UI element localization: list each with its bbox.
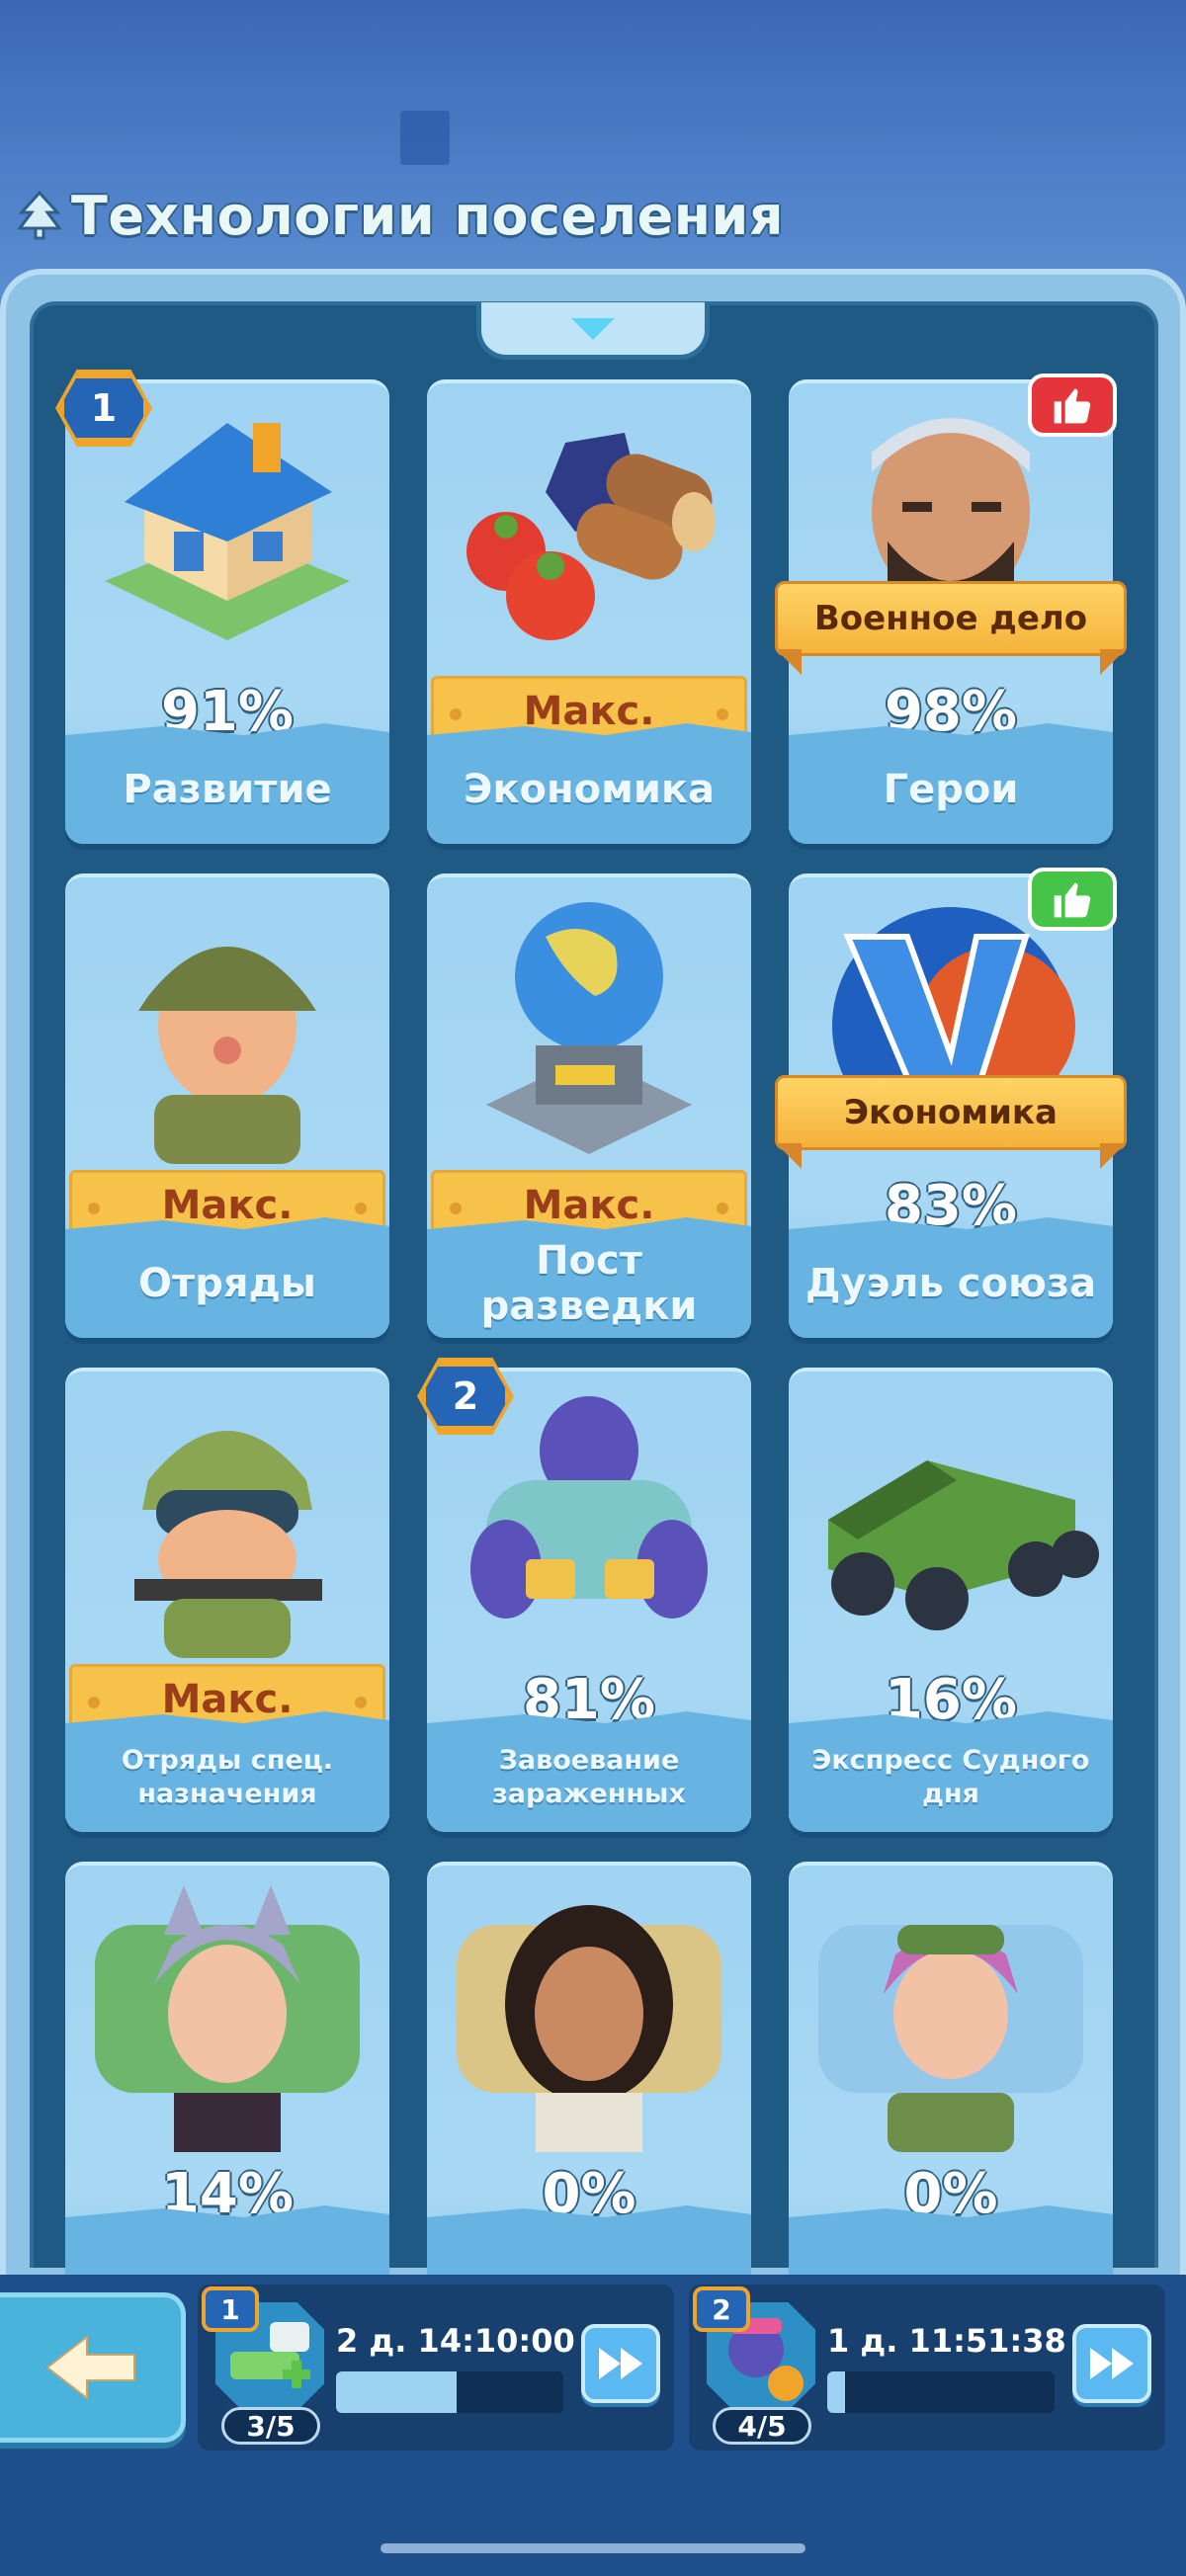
queue-slot-count: 4/5 bbox=[713, 2407, 811, 2445]
thumbs-up-icon bbox=[1054, 882, 1091, 918]
specialization-ribbon: Экономика bbox=[775, 1075, 1127, 1150]
resources-illustration bbox=[466, 433, 716, 640]
tech-card-troops[interactable]: Макс. Отряды bbox=[65, 873, 389, 1338]
panel-collapse-toggle[interactable] bbox=[476, 302, 710, 360]
globe-illustration bbox=[486, 902, 692, 1154]
research-queue-1[interactable]: 1 3/5 2 д. 14:10:00 bbox=[198, 2285, 674, 2451]
truck-illustration bbox=[828, 1460, 1099, 1630]
hero-portrait bbox=[457, 1905, 721, 2152]
card-label: Экспресс Судного дня bbox=[811, 1745, 1090, 1809]
queue-timer: 2 д. 14:10:00 bbox=[336, 2322, 575, 2360]
card-footer: Экономика bbox=[427, 735, 751, 844]
back-button[interactable] bbox=[0, 2292, 186, 2443]
queue-progress-bar bbox=[827, 2371, 1055, 2413]
tech-card-special-forces[interactable]: Макс. Отряды спец. назначения bbox=[65, 1368, 389, 1832]
ribbon-label: Военное дело bbox=[813, 599, 1088, 638]
card-label: Развитие bbox=[123, 767, 332, 812]
speed-up-button[interactable] bbox=[1072, 2324, 1151, 2403]
queue-progress-bar bbox=[336, 2371, 563, 2413]
card-footer: Пост разведки bbox=[427, 1229, 751, 1338]
tech-card-alliance-duel[interactable]: Экономика 83% Дуэль союза bbox=[775, 868, 1127, 1338]
card-footer: Отряды спец. назначения bbox=[65, 1723, 389, 1832]
ribbon-label: Экономика bbox=[844, 1093, 1058, 1132]
card-footer: Завоевание зараженных bbox=[427, 1723, 751, 1832]
hero-portrait bbox=[95, 1885, 360, 2152]
tech-card-hero-3[interactable]: 0% bbox=[789, 1862, 1113, 2326]
slot-count-label: 4/5 bbox=[737, 2409, 787, 2443]
arrow-left-icon bbox=[44, 2334, 135, 2401]
card-footer: Герои bbox=[789, 735, 1113, 844]
zombie-illustration bbox=[470, 1396, 708, 1619]
tech-card-doomsday-express[interactable]: 16% Экспресс Судного дня bbox=[789, 1368, 1113, 1832]
card-footer: Отряды bbox=[65, 1229, 389, 1338]
fast-forward-icon bbox=[1090, 2348, 1134, 2379]
background-decoration bbox=[400, 111, 450, 165]
card-footer: Развитие bbox=[65, 735, 389, 844]
queue-number-badge: 1 bbox=[202, 2286, 259, 2332]
queue-timer: 1 д. 11:51:38 bbox=[827, 2322, 1066, 2360]
card-label: Завоевание зараженных bbox=[492, 1745, 686, 1809]
recommend-badge bbox=[1028, 374, 1117, 437]
specialization-ribbon: Военное дело bbox=[775, 581, 1127, 656]
queue-number-badge: 2 bbox=[693, 2286, 750, 2332]
tech-card-recon-post[interactable]: Макс. Пост разведки bbox=[427, 873, 751, 1338]
queue-progress-fill bbox=[827, 2371, 846, 2413]
card-label: Герои bbox=[883, 767, 1019, 812]
thumbs-up-icon bbox=[1054, 388, 1091, 424]
tech-card-hero-1[interactable]: 14% bbox=[65, 1862, 389, 2326]
max-label: Макс. bbox=[523, 689, 655, 734]
speed-up-button[interactable] bbox=[581, 2324, 660, 2403]
max-label: Макс. bbox=[523, 1183, 655, 1228]
card-label: Дуэль союза bbox=[805, 1261, 1097, 1306]
card-label: Пост разведки bbox=[480, 1238, 698, 1329]
badge-number: 2 bbox=[712, 2292, 731, 2326]
header: Технологии поселения bbox=[17, 176, 785, 255]
hero-portrait bbox=[818, 1925, 1083, 2152]
special-forces-portrait bbox=[134, 1431, 322, 1658]
card-label: Отряды bbox=[138, 1261, 316, 1306]
page-title: Технологии поселения bbox=[71, 184, 785, 247]
queue-progress-fill bbox=[336, 2371, 457, 2413]
max-label: Макс. bbox=[161, 1677, 294, 1722]
tech-card-development[interactable]: 1 91% Развитие bbox=[55, 370, 389, 844]
card-label: Отряды спец. назначения bbox=[121, 1745, 334, 1809]
tech-card-economy[interactable]: Макс. Экономика bbox=[427, 379, 751, 844]
tech-card-infected-conquest[interactable]: 2 81% Завоевание зараженных bbox=[417, 1358, 751, 1832]
tech-card-heroes[interactable]: Военное дело 98% Герои bbox=[775, 374, 1127, 844]
research-queue-2[interactable]: 2 4/5 1 д. 11:51:38 bbox=[689, 2285, 1165, 2451]
card-footer: Экспресс Судного дня bbox=[789, 1723, 1113, 1832]
card-footer: Дуэль союза bbox=[789, 1229, 1113, 1338]
badge-number: 1 bbox=[220, 2292, 240, 2326]
max-label: Макс. bbox=[161, 1183, 294, 1228]
fast-forward-icon bbox=[599, 2348, 642, 2379]
queue-slot-count: 3/5 bbox=[221, 2407, 320, 2445]
recommend-badge bbox=[1028, 868, 1117, 931]
home-indicator[interactable] bbox=[381, 2543, 805, 2553]
tech-card-hero-2[interactable]: 0% bbox=[427, 1862, 751, 2326]
tree-icon bbox=[17, 190, 62, 240]
slot-count-label: 3/5 bbox=[246, 2409, 296, 2443]
chevron-down-icon bbox=[571, 317, 615, 340]
card-label: Экономика bbox=[464, 767, 715, 812]
house-illustration bbox=[105, 423, 350, 640]
soldier-portrait bbox=[138, 947, 316, 1164]
